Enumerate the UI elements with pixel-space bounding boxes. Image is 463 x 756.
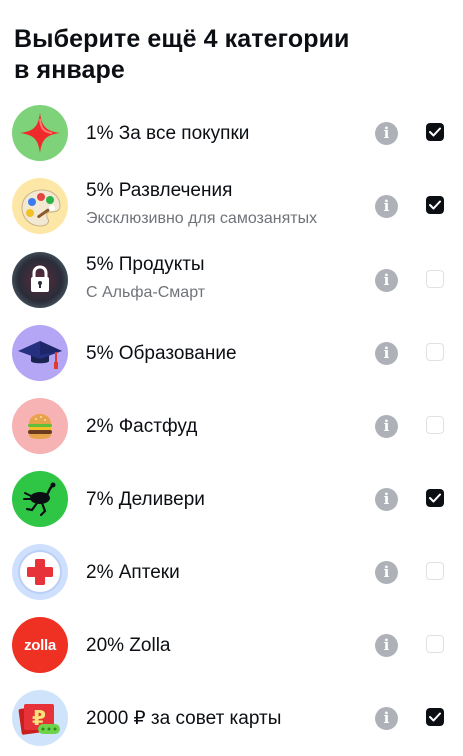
zolla-logo-icon: zolla xyxy=(12,617,68,673)
palette-icon xyxy=(12,178,68,234)
category-checkbox[interactable] xyxy=(426,123,444,141)
category-checkbox[interactable] xyxy=(426,562,444,580)
burger-icon xyxy=(12,398,68,454)
category-sublabel: С Альфа-Смарт xyxy=(86,284,206,301)
category-checkbox[interactable] xyxy=(426,489,444,507)
zolla-logo-text: zolla xyxy=(24,636,56,654)
category-label: 2000 ₽ за совет карты xyxy=(86,708,282,729)
category-checkbox[interactable] xyxy=(426,708,444,726)
category-texts: 5% Развлечения Эксклюзивно для самозанят… xyxy=(86,176,366,236)
red-star-icon xyxy=(12,105,68,161)
category-label: 7% Деливери xyxy=(86,489,205,510)
medical-cross-icon xyxy=(12,544,68,600)
checkmark-icon xyxy=(429,493,441,503)
category-row-pharmacy[interactable]: 2% Аптеки i xyxy=(0,542,463,602)
info-icon[interactable]: i xyxy=(375,342,398,365)
category-label: 20% Zolla xyxy=(86,635,171,656)
category-checkbox[interactable] xyxy=(426,343,444,361)
page-title-line-2: в январе xyxy=(14,56,125,84)
category-label: 2% Аптеки xyxy=(86,562,180,583)
category-texts: 2% Фастфуд xyxy=(86,396,366,456)
checkmark-icon xyxy=(429,712,441,722)
lock-icon xyxy=(12,252,68,308)
category-row-delivery[interactable]: 7% Деливери i xyxy=(0,469,463,529)
info-icon[interactable]: i xyxy=(375,122,398,145)
category-texts: 5% Образование xyxy=(86,323,366,383)
info-icon[interactable]: i xyxy=(375,488,398,511)
category-label: 5% Образование xyxy=(86,343,237,364)
category-row-zolla[interactable]: zolla 20% Zolla i xyxy=(0,615,463,675)
category-row-groceries[interactable]: 5% Продукты С Альфа-Смарт i xyxy=(0,250,463,310)
page-title-line-1: Выберите ещё 4 категории xyxy=(14,25,350,53)
category-row-entertainment[interactable]: 5% Развлечения Эксклюзивно для самозанят… xyxy=(0,176,463,236)
category-checkbox[interactable] xyxy=(426,416,444,434)
category-texts: 7% Деливери xyxy=(86,469,366,529)
ostrich-icon xyxy=(12,471,68,527)
category-selection-screen: Выберите ещё 4 категории в январе 1% За … xyxy=(0,0,463,756)
category-label: 2% Фастфуд xyxy=(86,416,198,437)
info-icon[interactable]: i xyxy=(375,415,398,438)
category-texts: 5% Продукты С Альфа-Смарт xyxy=(86,250,366,310)
info-icon[interactable]: i xyxy=(375,634,398,657)
category-sublabel: Эксклюзивно для самозанятых xyxy=(86,210,318,227)
category-texts: 1% За все покупки xyxy=(86,103,366,163)
info-icon[interactable]: i xyxy=(375,269,398,292)
ruble-card-icon: ₽ xyxy=(12,690,68,746)
info-icon[interactable]: i xyxy=(375,195,398,218)
checkmark-icon xyxy=(429,200,441,210)
category-row-fastfood[interactable]: 2% Фастфуд i xyxy=(0,396,463,456)
category-texts: 2000 ₽ за совет карты xyxy=(86,688,366,748)
category-label: 5% Развлечения xyxy=(86,180,233,201)
category-row-all-purchases[interactable]: 1% За все покупки i xyxy=(0,103,463,163)
category-texts: 2% Аптеки xyxy=(86,542,366,602)
category-label: 5% Продукты xyxy=(86,254,205,275)
category-checkbox[interactable] xyxy=(426,270,444,288)
category-row-card-referral[interactable]: ₽ 2000 ₽ за совет карты i xyxy=(0,688,463,748)
page-title: Выберите ещё 4 категории в январе xyxy=(14,24,434,86)
graduation-cap-icon xyxy=(12,325,68,381)
category-checkbox[interactable] xyxy=(426,635,444,653)
category-row-education[interactable]: 5% Образование i xyxy=(0,323,463,383)
info-icon[interactable]: i xyxy=(375,561,398,584)
category-texts: 20% Zolla xyxy=(86,615,366,675)
category-checkbox[interactable] xyxy=(426,196,444,214)
checkmark-icon xyxy=(429,127,441,137)
info-icon[interactable]: i xyxy=(375,707,398,730)
category-label: 1% За все покупки xyxy=(86,123,250,144)
